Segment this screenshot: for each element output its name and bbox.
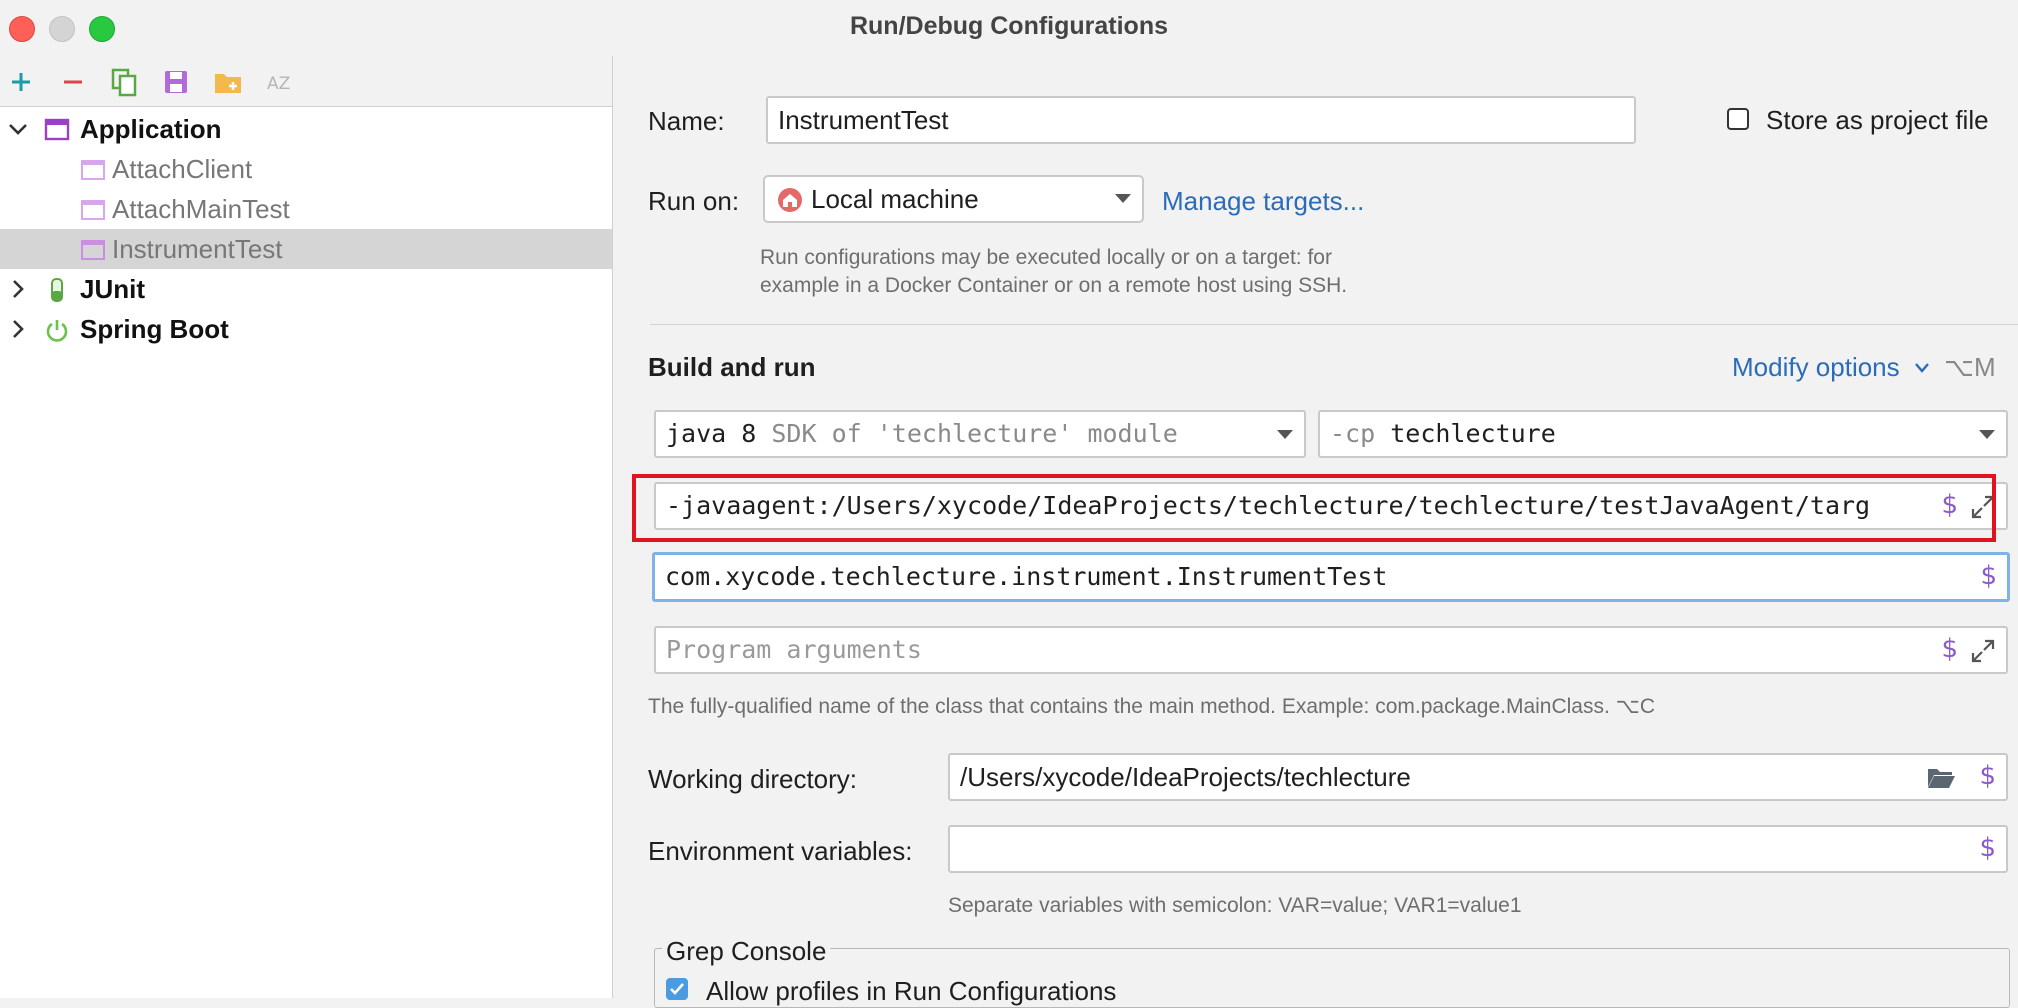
chevron-right-icon[interactable]: [6, 317, 30, 341]
chevron-down-icon[interactable]: [1914, 362, 1930, 374]
allow-profiles-checkbox[interactable]: [666, 978, 688, 1000]
run-on-select[interactable]: Local machine: [763, 175, 1144, 223]
vm-options-field[interactable]: -javaagent:/Users/xycode/IdeaProjects/te…: [654, 482, 2008, 530]
expand-icon[interactable]: [1970, 638, 1996, 664]
folder-open-icon[interactable]: [1926, 765, 1956, 791]
run-on-hint-line-1: Run configurations may be executed local…: [760, 246, 1332, 269]
dollar-icon[interactable]: $: [1979, 833, 1996, 863]
environment-variables-label: Environment variables:: [648, 836, 913, 866]
name-field[interactable]: InstrumentTest: [766, 96, 1636, 144]
copy-icon[interactable]: [107, 65, 141, 99]
plus-icon[interactable]: [4, 65, 38, 99]
main-class-field[interactable]: com.xycode.techlecture.instrument.Instru…: [652, 552, 2010, 602]
tree-toolbar: AZ: [0, 56, 612, 107]
expand-icon[interactable]: [1970, 494, 1996, 520]
section-separator: [650, 324, 2018, 325]
configuration-form: Name: InstrumentTest Store as project fi…: [614, 56, 2018, 998]
checkmark-icon: [670, 983, 684, 995]
run-on-hint-line-2: example in a Docker Container or on a re…: [760, 274, 1348, 297]
store-as-project-file-label: Store as project file: [1766, 105, 1989, 135]
tree-label: AttachMainTest: [112, 194, 290, 224]
jdk-module: SDK of 'techlecture' module: [771, 419, 1178, 448]
application-icon: [81, 160, 105, 180]
application-icon: [81, 200, 105, 220]
manage-targets-link[interactable]: Manage targets...: [1162, 186, 1364, 217]
junit-icon: [51, 278, 63, 302]
store-as-project-file-checkbox[interactable]: [1727, 108, 1749, 130]
main-class-hint: The fully-qualified name of the class th…: [648, 695, 1656, 718]
program-arguments-field[interactable]: Program arguments $: [654, 626, 2008, 674]
jdk-version: java 8: [666, 419, 757, 448]
sort-az-icon[interactable]: AZ: [263, 65, 297, 99]
window-title: Run/Debug Configurations: [849, 12, 1169, 40]
tree-label: InstrumentTest: [112, 234, 283, 264]
title-bar: Run/Debug Configurations: [0, 0, 2018, 56]
dollar-icon[interactable]: $: [1941, 490, 1958, 520]
modify-options-shortcut: ⌥M: [1944, 352, 1996, 382]
tree-item-application[interactable]: Application: [0, 109, 612, 149]
vm-options-value: -javaagent:/Users/xycode/IdeaProjects/te…: [666, 491, 1871, 520]
working-directory-label: Working directory:: [648, 764, 858, 794]
dropdown-arrow-icon: [1277, 430, 1293, 439]
tree-label: AttachClient: [112, 154, 253, 184]
name-value: InstrumentTest: [778, 105, 949, 135]
tree-label: Spring Boot: [80, 314, 229, 344]
home-icon: [778, 188, 802, 212]
classpath-select[interactable]: -cp techlecture: [1318, 410, 2008, 458]
save-icon[interactable]: [159, 65, 193, 99]
environment-variables-field[interactable]: $: [948, 825, 2008, 873]
name-label: Name:: [648, 106, 725, 136]
tree-item-junit[interactable]: JUnit: [0, 269, 612, 309]
dropdown-arrow-icon: [1979, 430, 1995, 439]
application-icon: [44, 118, 70, 141]
spring-boot-icon: [46, 320, 68, 342]
run-on-value: Local machine: [811, 184, 979, 214]
application-icon: [81, 240, 105, 260]
environment-variables-hint: Separate variables with semicolon: VAR=v…: [948, 894, 1522, 917]
jdk-select[interactable]: java 8 SDK of 'techlecture' module: [654, 410, 1306, 458]
classpath-value: -cp techlecture: [1330, 412, 1556, 456]
classpath-module: techlecture: [1390, 419, 1556, 448]
dropdown-arrow-icon: [1115, 194, 1131, 203]
main-class-value: com.xycode.techlecture.instrument.Instru…: [665, 562, 1388, 591]
configuration-tree-panel: AZ Application AttachClient AttachMainTe…: [0, 56, 613, 998]
tree-label: JUnit: [80, 274, 145, 304]
jdk-value: java 8 SDK of 'techlecture' module: [666, 412, 1178, 456]
chevron-right-icon[interactable]: [6, 277, 30, 301]
working-directory-field[interactable]: /Users/xycode/IdeaProjects/techlecture $: [948, 753, 2008, 801]
minus-icon[interactable]: [56, 65, 90, 99]
run-on-label: Run on:: [648, 186, 740, 216]
dollar-icon[interactable]: $: [1941, 634, 1958, 664]
tree-item-attachclient[interactable]: AttachClient: [0, 149, 612, 189]
build-and-run-heading: Build and run: [648, 352, 816, 382]
tree-item-attachmaintest[interactable]: AttachMainTest: [0, 189, 612, 229]
tree-item-spring-boot[interactable]: Spring Boot: [0, 309, 612, 349]
classpath-prefix: -cp: [1330, 419, 1376, 448]
tree-label: Application: [80, 114, 222, 144]
svg-text:AZ: AZ: [267, 74, 290, 94]
modify-options-link[interactable]: Modify options: [1732, 352, 1900, 383]
grep-console-title: Grep Console: [662, 936, 831, 967]
chevron-down-icon[interactable]: [6, 117, 30, 141]
dollar-icon[interactable]: $: [1980, 561, 1997, 591]
allow-profiles-label: Allow profiles in Run Configurations: [706, 976, 1117, 1006]
tree-item-instrumenttest[interactable]: InstrumentTest: [0, 229, 612, 269]
program-arguments-placeholder: Program arguments: [666, 635, 922, 664]
working-directory-value: /Users/xycode/IdeaProjects/techlecture: [960, 762, 1411, 792]
folder-add-icon[interactable]: [211, 65, 245, 99]
dollar-icon[interactable]: $: [1979, 761, 1996, 791]
